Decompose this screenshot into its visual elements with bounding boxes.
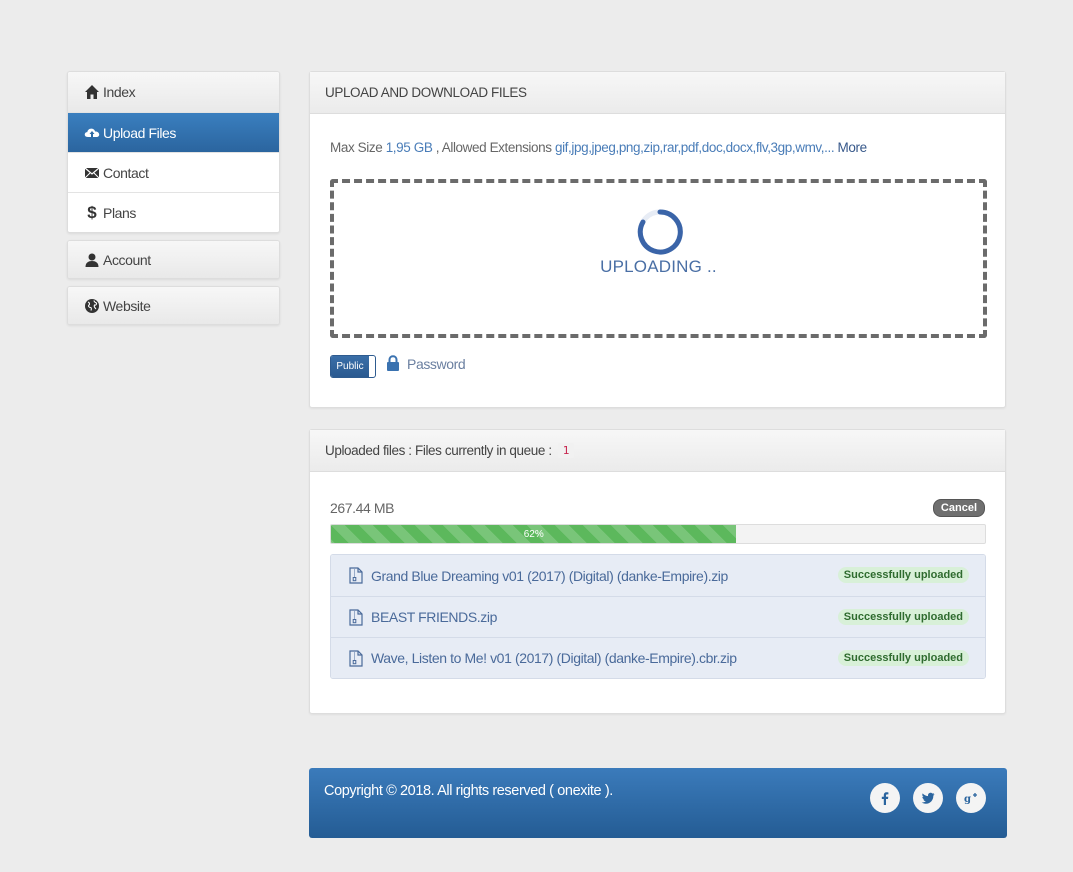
sidebar-item-account[interactable]: Account <box>68 241 279 278</box>
facebook-button[interactable] <box>870 783 900 813</box>
sidebar-item-label: Website <box>103 297 151 314</box>
sidebar: Index Upload Files Contact $ Plans Accou… <box>67 71 280 332</box>
footer: Copyright © 2018. All rights reserved ( … <box>309 768 1007 838</box>
allowed-extensions-label: , Allowed Extensions <box>435 140 552 155</box>
sidebar-item-label: Upload Files <box>103 124 177 141</box>
zip-file-icon <box>349 649 363 667</box>
twitter-icon <box>921 792 935 804</box>
google-plus-icon: g <box>964 793 977 805</box>
queue-panel-header: Uploaded files : Files currently in queu… <box>310 430 1005 472</box>
sidebar-item-label: Plans <box>103 204 137 221</box>
facebook-icon <box>881 792 889 805</box>
sidebar-item-index[interactable]: Index <box>68 72 279 112</box>
max-size-value: 1,95 GB <box>385 140 433 155</box>
file-row[interactable]: Wave, Listen to Me! v01 (2017) (Digital)… <box>331 637 985 678</box>
max-size-label: Max Size <box>330 140 383 155</box>
sidebar-item-upload-files[interactable]: Upload Files <box>68 112 279 152</box>
sidebar-item-label: Contact <box>103 164 149 181</box>
sidebar-account-nav: Account <box>67 240 280 279</box>
upload-status-text: UPLOADING .. <box>600 257 717 276</box>
allowed-extensions-value: gif,jpg,jpeg,png,zip,rar,pdf,doc,docx,fl… <box>554 140 835 155</box>
queue-panel-title: Uploaded files : Files currently in queu… <box>325 443 552 458</box>
file-name: Wave, Listen to Me! v01 (2017) (Digital)… <box>371 650 737 666</box>
visibility-toggle[interactable]: Public <box>330 355 376 378</box>
upload-dropzone[interactable]: UPLOADING .. <box>330 179 987 338</box>
upload-size: 267.44 MB <box>330 500 395 516</box>
sidebar-item-label: Index <box>103 84 136 100</box>
file-list: Grand Blue Dreaming v01 (2017) (Digital)… <box>330 554 986 679</box>
file-name: BEAST FRIENDS.zip <box>371 609 497 625</box>
upload-panel: UPLOAD AND DOWNLOAD FILES Max Size 1,95 … <box>309 71 1006 408</box>
sidebar-item-label: Account <box>103 251 151 268</box>
sidebar-main-nav: Index Upload Files Contact $ Plans <box>67 71 280 233</box>
cloud-upload-icon <box>83 125 101 141</box>
progress-fill: 62% <box>331 525 737 543</box>
zip-file-icon <box>349 608 363 626</box>
file-name: Grand Blue Dreaming v01 (2017) (Digital)… <box>371 567 728 584</box>
twitter-button[interactable] <box>913 783 943 813</box>
queue-count-badge: 1 <box>557 443 574 458</box>
upload-status-badge: Successfully uploaded <box>837 609 969 625</box>
cancel-button[interactable]: Cancel <box>932 499 985 517</box>
sidebar-item-website[interactable]: Website <box>68 287 279 324</box>
file-row[interactable]: BEAST FRIENDS.zip Successfully uploaded <box>331 596 985 637</box>
sidebar-item-contact[interactable]: Contact <box>68 152 279 192</box>
upload-panel-title: UPLOAD AND DOWNLOAD FILES <box>310 72 1005 114</box>
globe-icon <box>83 298 101 314</box>
home-icon <box>83 84 101 100</box>
sidebar-website-nav: Website <box>67 286 280 325</box>
envelope-icon <box>83 165 101 181</box>
google-plus-button[interactable]: g <box>956 783 986 813</box>
queue-panel: Uploaded files : Files currently in queu… <box>309 429 1006 714</box>
password-label[interactable]: Password <box>407 356 466 372</box>
dollar-icon: $ <box>87 202 97 222</box>
sidebar-item-plans[interactable]: $ Plans <box>68 192 279 232</box>
upload-limits-line: Max Size 1,95 GB , Allowed Extensions gi… <box>330 140 867 155</box>
svg-text:g: g <box>964 794 971 805</box>
lock-icon[interactable] <box>385 355 401 372</box>
upload-status-badge: Successfully uploaded <box>837 567 969 583</box>
file-row[interactable]: Grand Blue Dreaming v01 (2017) (Digital)… <box>331 555 985 596</box>
upload-status-badge: Successfully uploaded <box>837 650 969 666</box>
upload-progress-bar: 62% <box>330 524 986 544</box>
zip-file-icon <box>349 567 363 584</box>
more-extensions-link[interactable]: More <box>838 140 868 155</box>
copyright-text: Copyright © 2018. All rights reserved ( … <box>324 783 613 799</box>
user-icon <box>83 252 101 268</box>
toggle-label: Public <box>331 356 369 377</box>
loading-spinner-icon <box>637 209 683 255</box>
